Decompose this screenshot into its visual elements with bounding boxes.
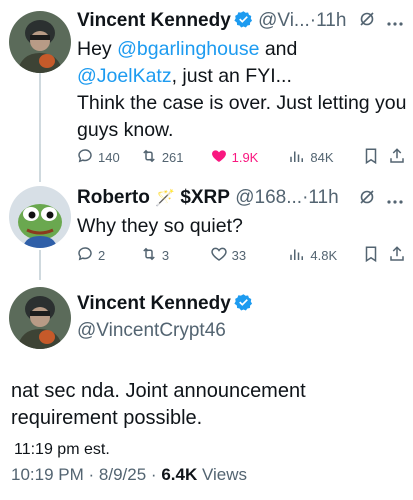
avatar[interactable] [9,186,71,248]
tweet-header: Roberto 🪄 $XRP @168...·11h [77,186,339,211]
author-name[interactable]: Roberto [77,187,150,208]
avatar[interactable] [9,11,71,73]
reply-icon [76,245,94,266]
views-count: 6.4K [161,465,198,484]
post-time[interactable]: 10:19 PM [11,465,84,484]
grok-icon[interactable] [359,11,375,32]
tweet-header: Vincent Kennedy @Vi...·11h [77,9,346,33]
reply-count: 140 [98,149,120,165]
more-icon[interactable] [387,190,403,210]
mention-link[interactable]: @bgarlinghouse [117,38,259,60]
like-button[interactable]: 33 [210,245,289,266]
reply-button[interactable]: 2 [76,245,140,266]
timestamp[interactable]: 11h [316,10,346,31]
tweet-extra-line: 11:19 pm est. [14,441,110,458]
tweet-body: Why they so quiet? [77,215,243,237]
views-icon [288,245,306,266]
retweet-button[interactable]: 261 [140,147,210,168]
retweet-icon [140,147,158,168]
post-date[interactable]: 8/9/25 [99,465,146,484]
retweet-button[interactable]: 3 [140,245,210,266]
grok-icon[interactable] [359,189,375,210]
like-button[interactable]: 1.9K [210,147,289,168]
more-icon[interactable] [387,12,403,32]
avatar[interactable] [9,287,71,349]
tweet-top-icons [359,11,403,32]
thread-line [39,72,41,182]
retweet-icon [140,245,158,266]
author-name[interactable]: Vincent Kennedy [77,293,253,315]
bookmark-button[interactable] [362,147,388,168]
views-icon [288,147,306,168]
body-text: , just an FYI... [171,65,292,87]
reply-icon [76,147,94,168]
cashtag[interactable]: $XRP [180,187,230,208]
view-count: 84K [310,149,334,165]
verified-badge-icon [234,293,253,312]
bookmark-button[interactable] [362,245,388,266]
retweet-count: 3 [161,247,170,263]
author-handle[interactable]: @Vi... [258,10,310,31]
share-icon [388,147,406,168]
thread-line [39,250,41,280]
reply-button[interactable]: 140 [76,147,140,168]
timestamp[interactable]: 11h [308,187,338,208]
heart-icon [210,245,228,266]
tweet-actions: 140 261 1.9K 84K [76,146,408,168]
bookmark-icon [362,245,380,266]
retweet-count: 261 [161,149,184,165]
tweet-actions: 2 3 33 4.8K [76,244,408,266]
share-button[interactable] [388,147,408,168]
views-button[interactable]: 4.8K [288,245,362,266]
views-label: Views [201,465,248,484]
heart-icon [210,147,228,168]
bookmark-icon [362,147,380,168]
reply-count: 2 [98,247,106,263]
share-icon [388,245,406,266]
author-handle[interactable]: @VincentCrypt46 [77,320,226,342]
name-emoji: 🪄 [155,190,176,207]
body-text: Hey [77,38,118,60]
share-button[interactable] [388,245,408,266]
tweet-meta: 10:19 PM · 8/9/25 · 6.4K Views [11,465,247,485]
tweet-body: nat sec nda. Joint announcement requirem… [11,380,306,429]
author-name[interactable]: Vincent Kennedy [77,10,231,31]
like-count: 1.9K [231,149,259,165]
views-button[interactable]: 84K [288,147,362,168]
view-count: 4.8K [310,247,338,263]
tweet-body: Hey @bgarlinghouse and @JoelKatz, just a… [77,36,407,144]
author-handle[interactable]: @168... [235,187,302,208]
mention-link[interactable]: @JoelKatz [77,65,172,87]
body-text: Think the case is over. Just letting you… [77,92,407,141]
verified-badge-icon [234,10,253,29]
tweet-top-icons [359,189,403,210]
separator: · [88,465,95,484]
separator: · [150,465,157,484]
body-text: and [259,38,298,60]
author-name-text: Vincent Kennedy [77,293,231,314]
like-count: 33 [231,247,247,263]
